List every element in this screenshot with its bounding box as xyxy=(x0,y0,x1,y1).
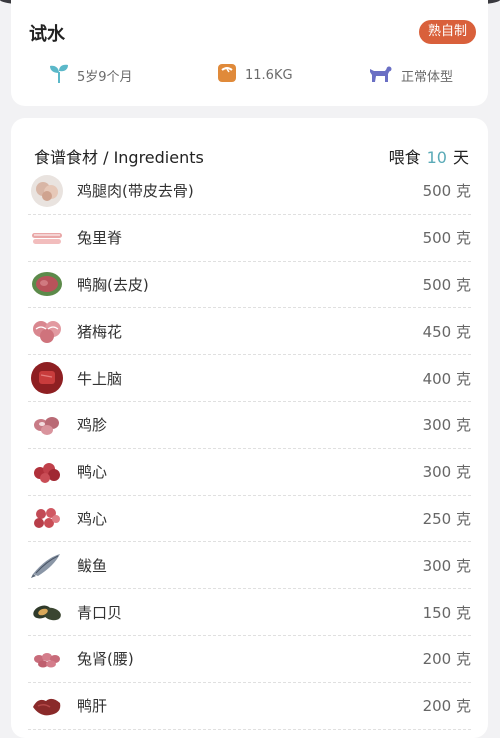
sprout-icon xyxy=(49,62,69,88)
body-type-label: 正常体型 xyxy=(401,69,454,85)
ingredient-name: 鸭肝 xyxy=(77,697,108,716)
feed-days-number: 10 xyxy=(426,148,447,167)
ingredient-qty: 450 克 xyxy=(422,322,471,341)
ingredient-name: 猪梅花 xyxy=(77,322,123,341)
ingredient-qty: 300 克 xyxy=(422,556,471,575)
ingredient-qty: 300 克 xyxy=(422,416,471,435)
mackerel-icon xyxy=(30,548,64,582)
age-stat: 5岁9个月 xyxy=(49,62,133,88)
pet-stats-row: 5岁9个月 11.6KG 正常体型 xyxy=(11,62,488,88)
chicken-thigh-icon xyxy=(30,174,64,208)
ingredient-qty: 300 克 xyxy=(422,463,471,482)
dog-icon xyxy=(367,63,393,87)
ingredient-row[interactable]: 鸡腿肉(带皮去骨) 500 克 xyxy=(28,168,471,215)
ingredient-row[interactable]: 鸭肝 200 克 xyxy=(28,683,471,730)
ingredient-qty: 200 克 xyxy=(422,697,471,716)
section-title-text: 食谱食材 / Ingredients xyxy=(34,148,204,167)
body-type-stat: 正常体型 xyxy=(367,62,453,88)
ingredient-row[interactable]: 鸡心 250 克 xyxy=(28,496,471,543)
mussel-icon xyxy=(30,595,64,629)
ingredient-row[interactable]: 鸡胗 300 克 xyxy=(28,402,471,449)
scale-icon xyxy=(217,63,237,87)
rabbit-loin-icon xyxy=(30,221,64,255)
ingredient-name: 兔里脊 xyxy=(77,229,123,248)
ingredients-card: 食谱食材 / Ingredients 喂食 10 天 鸡腿肉(带皮去骨) 500 克… xyxy=(11,118,488,738)
ingredient-qty: 500 克 xyxy=(422,275,471,294)
duck-heart-icon xyxy=(30,455,64,489)
chicken-gizzard-icon xyxy=(30,408,64,442)
duck-liver-icon xyxy=(30,689,64,723)
beef-chuck-icon xyxy=(30,361,64,395)
duck-breast-icon xyxy=(30,267,64,301)
ingredient-row[interactable]: 牛上脑 400 克 xyxy=(28,355,471,402)
ingredient-row[interactable]: 猪梅花 450 克 xyxy=(28,308,471,356)
ingredient-name: 青口贝 xyxy=(77,603,123,622)
ingredient-row[interactable]: 兔里脊 500 克 xyxy=(28,215,471,262)
ingredient-qty: 500 克 xyxy=(422,229,471,248)
ingredient-list: 鸡腿肉(带皮去骨) 500 克 兔里脊 500 克 鸭胸(去皮) 500 克 猪… xyxy=(28,168,471,730)
weight-stat: 11.6KG xyxy=(217,62,293,88)
ingredient-row[interactable]: 鲅鱼 300 克 xyxy=(28,542,471,590)
ingredient-name: 鸡胗 xyxy=(77,416,108,435)
chicken-heart-icon xyxy=(30,501,64,535)
feed-days: 喂食 10 天 xyxy=(389,144,469,168)
ingredient-name: 鲅鱼 xyxy=(77,556,108,575)
pet-info-card: 试水 熟自制 5岁9个月 11.6KG 正常体型 xyxy=(11,0,488,106)
ingredient-name: 鸡心 xyxy=(77,509,108,528)
ingredient-qty: 250 克 xyxy=(422,509,471,528)
ingredient-qty: 500 克 xyxy=(422,182,471,201)
section-title: 食谱食材 / Ingredients xyxy=(34,144,204,168)
pork-shoulder-icon xyxy=(30,314,64,348)
ingredient-qty: 400 克 xyxy=(422,369,471,388)
ingredient-name: 鸭胸(去皮) xyxy=(77,275,149,294)
ingredient-row[interactable]: 青口贝 150 克 xyxy=(28,589,471,636)
ingredient-name: 鸭心 xyxy=(77,463,108,482)
rabbit-kidney-icon xyxy=(30,642,64,676)
diet-type-badge[interactable]: 熟自制 xyxy=(418,20,476,44)
feed-suffix: 天 xyxy=(452,148,469,167)
ingredient-qty: 150 克 xyxy=(422,603,471,622)
pet-name: 试水 xyxy=(29,24,65,45)
ingredient-name: 鸡腿肉(带皮去骨) xyxy=(77,182,194,201)
ingredient-qty: 200 克 xyxy=(422,650,471,669)
ingredient-name: 兔肾(腰) xyxy=(77,650,134,669)
age-label: 5岁9个月 xyxy=(77,69,133,85)
ingredient-row[interactable]: 兔肾(腰) 200 克 xyxy=(28,636,471,683)
weight-label: 11.6KG xyxy=(245,67,293,83)
ingredient-row[interactable]: 鸭心 300 克 xyxy=(28,449,471,496)
ingredient-row[interactable]: 鸭胸(去皮) 500 克 xyxy=(28,262,471,309)
ingredient-name: 牛上脑 xyxy=(77,369,123,388)
feed-prefix: 喂食 xyxy=(388,148,421,167)
